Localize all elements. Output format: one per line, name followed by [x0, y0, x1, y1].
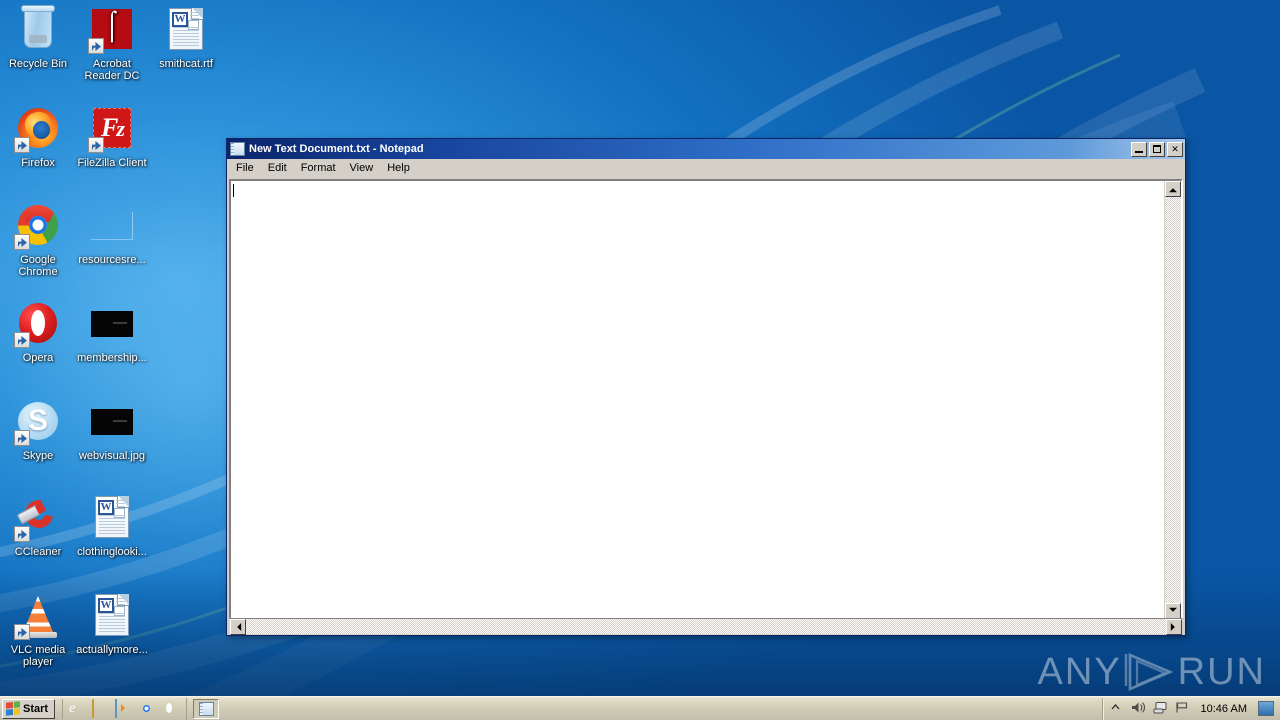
text-caret [233, 184, 234, 197]
desktop-icon[interactable]: S Skype [0, 398, 76, 462]
menu-help[interactable]: Help [380, 160, 417, 177]
desktop-icon[interactable]: Opera [0, 300, 76, 364]
opera-icon[interactable] [161, 700, 178, 717]
network-icon[interactable] [1153, 701, 1168, 716]
desktop-icon[interactable]: Google Chrome [0, 202, 76, 278]
filezilla-icon: Fz [88, 105, 136, 153]
desktop-icon-label: Acrobat Reader DC [84, 58, 140, 82]
desktop-icon-label: VLC media player [10, 644, 66, 668]
notepad-window[interactable]: New Text Document.txt - Notepad ✕ File E… [226, 138, 1186, 636]
chrome-icon [14, 202, 62, 250]
notepad-titlebar[interactable]: New Text Document.txt - Notepad ✕ [227, 139, 1185, 159]
acrobat-icon: ⌠ [88, 6, 136, 54]
desktop-icon[interactable]: Wsmithcat.rtf [148, 6, 224, 70]
doc-icon: W [88, 494, 136, 542]
desktop-icon-label: membership... [77, 352, 147, 364]
desktop-screen: Recycle Bin ⌠ Acrobat Reader DC Wsmithcat.rt… [0, 0, 1280, 720]
black-icon [88, 398, 136, 446]
menu-format[interactable]: Format [294, 160, 343, 177]
start-button[interactable]: Start [2, 698, 56, 719]
maximize-button[interactable] [1149, 141, 1165, 157]
desktop-icon-label: Google Chrome [18, 254, 58, 278]
windows-media-player-icon[interactable] [115, 699, 132, 718]
desktop-icon-label: clothinglooki... [77, 546, 147, 558]
skype-icon: S [14, 398, 62, 446]
notepad-text-area[interactable] [231, 181, 1164, 619]
menu-view[interactable]: View [343, 160, 381, 177]
show-hidden-icons-icon[interactable] [1109, 701, 1124, 716]
desktop-icon-label: resourcesre... [78, 254, 146, 266]
recycle-icon [14, 5, 62, 54]
doc-icon: W [162, 6, 210, 54]
desktop-icon-label: CCleaner [14, 546, 62, 558]
notepad-task-button[interactable] [193, 698, 220, 719]
desktop-icon[interactable]: Wclothinglooki... [74, 494, 150, 558]
desktop-icon[interactable]: Fz FileZilla Client [74, 105, 150, 169]
menu-edit[interactable]: Edit [261, 160, 294, 177]
desktop-icon-label: Recycle Bin [8, 58, 68, 70]
clock-time[interactable]: 10:46 AM [1197, 703, 1251, 715]
desktop-icon[interactable]: Firefox [0, 105, 76, 169]
action-center-flag-icon[interactable] [1175, 701, 1190, 716]
taskbar-window-buttons [186, 697, 220, 720]
quick-launch-bar [62, 698, 184, 719]
desktop-icon[interactable]: webvisual.jpg [74, 398, 150, 462]
scroll-down-button[interactable] [1165, 603, 1181, 619]
ccleaner-icon [14, 494, 62, 542]
desktop-icon-label: actuallymore... [76, 644, 148, 656]
vlc-icon [14, 592, 62, 640]
windows-explorer-icon[interactable] [92, 699, 109, 718]
internet-explorer-icon[interactable] [69, 700, 86, 717]
scroll-up-button[interactable] [1165, 181, 1181, 197]
desktop-icon[interactable]: resourcesre... [74, 202, 150, 266]
window-controls: ✕ [1131, 141, 1183, 157]
vertical-scrollbar[interactable] [1164, 181, 1181, 619]
notepad-menubar: File Edit Format View Help [227, 159, 1185, 179]
desktop-icon-label: Skype [22, 450, 54, 462]
desktop-icon[interactable]: ⌠ Acrobat Reader DC [74, 6, 150, 82]
desktop-icon[interactable]: Recycle Bin [0, 5, 76, 70]
desktop-icon[interactable]: membership... [74, 300, 150, 364]
google-chrome-icon[interactable] [138, 700, 155, 717]
desktop-icon-label: webvisual.jpg [78, 450, 146, 462]
scroll-right-button[interactable] [1166, 619, 1182, 635]
start-button-label: Start [23, 702, 49, 715]
notepad-client-area [229, 179, 1183, 621]
windows-logo-icon [6, 701, 20, 716]
notepad-taskbar-icon [198, 701, 214, 716]
desktop-icon[interactable]: CCleaner [0, 494, 76, 558]
show-desktop-button[interactable] [1258, 701, 1274, 716]
desktop-icon-label: smithcat.rtf [159, 58, 213, 70]
desktop-icon-label: Firefox [21, 157, 55, 169]
firefox-icon [14, 105, 62, 153]
system-tray: 10:46 AM [1101, 697, 1280, 720]
notepad-title-text: New Text Document.txt - Notepad [249, 143, 424, 155]
scroll-left-button[interactable] [230, 619, 246, 635]
opera-icon [14, 300, 62, 348]
desktop-icon[interactable]: VLC media player [0, 592, 76, 668]
black-icon [88, 300, 136, 348]
taskbar: Start 10:46 AM [0, 696, 1280, 720]
notepad-icon [230, 142, 245, 156]
volume-icon[interactable] [1131, 701, 1146, 716]
menu-file[interactable]: File [229, 160, 261, 177]
close-button[interactable]: ✕ [1167, 141, 1183, 157]
desktop-icon[interactable]: Wactuallymore... [74, 592, 150, 656]
faint-icon [88, 202, 136, 250]
doc-icon: W [88, 592, 136, 640]
desktop-icon-label: FileZilla Client [77, 157, 147, 169]
horizontal-scrollbar[interactable] [229, 618, 1183, 635]
minimize-button[interactable] [1131, 141, 1147, 157]
desktop-icon-label: Opera [22, 352, 54, 364]
